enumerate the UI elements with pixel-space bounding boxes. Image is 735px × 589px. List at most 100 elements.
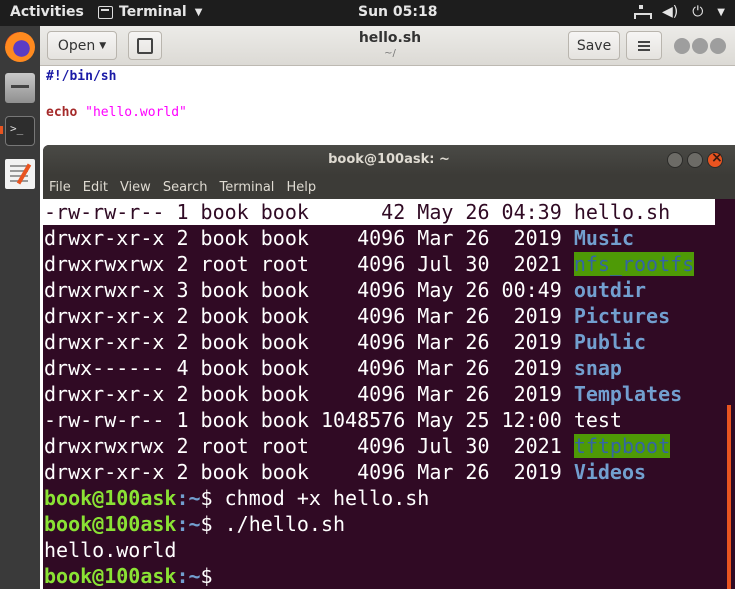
terminal-scrollbar[interactable] <box>727 405 731 589</box>
ls-row: drwxrwxrwx 2 root root 4096 Jul 30 2021 … <box>43 433 735 459</box>
power-icon[interactable]: ⏻ <box>692 4 703 20</box>
ls-row: -rw-rw-r-- 1 book book 1048576 May 25 12… <box>43 407 735 433</box>
ls-row-filename: Templates <box>573 382 683 406</box>
ls-row-meta: drwxr-xr-x 2 book book 4096 Mar 26 2019 <box>44 304 574 328</box>
running-indicator <box>0 126 3 134</box>
output-line: hello.world <box>44 538 177 562</box>
menu-view[interactable]: View <box>120 180 151 195</box>
ls-row-meta: -rw-rw-r-- 1 book book 42 May 26 04:39 <box>44 200 574 224</box>
chevron-down-icon[interactable]: ▼ <box>717 7 725 18</box>
ls-row: -rw-rw-r-- 1 book book 42 May 26 04:39 h… <box>43 199 715 225</box>
ls-row: drwxr-xr-x 2 book book 4096 Mar 26 2019 … <box>43 303 735 329</box>
document-path: ~/ <box>384 48 396 59</box>
chevron-down-icon: ▼ <box>194 6 203 18</box>
top-panel: Activities Terminal ▼ Sun 05:18 ◀) ⏻ ▼ <box>0 0 735 26</box>
prompt-path: :~ <box>176 564 201 588</box>
menu-file[interactable]: File <box>49 180 71 195</box>
command-text: chmod +x hello.sh <box>224 486 430 510</box>
clock[interactable]: Sun 05:18 <box>358 4 437 20</box>
ls-row: drwxr-xr-x 2 book book 4096 Mar 26 2019 … <box>43 329 735 355</box>
system-tray[interactable]: ◀) ⏻ ▼ <box>633 4 725 20</box>
ls-row-filename: snap <box>573 356 622 380</box>
ls-row-meta: drwxr-xr-x 2 book book 4096 Mar 26 2019 <box>44 460 574 484</box>
hamburger-menu-icon[interactable] <box>626 31 662 60</box>
prompt-sign: $ <box>200 486 225 510</box>
ls-row-filename: hello.sh <box>573 200 671 224</box>
code-line-shebang: #!/bin/sh <box>46 69 117 84</box>
network-icon[interactable] <box>633 5 652 19</box>
ls-row-meta: drwxr-xr-x 2 book book 4096 Mar 26 2019 <box>44 330 574 354</box>
terminal-window[interactable]: book@100ask: ~ File Edit View Search Ter… <box>43 145 735 589</box>
command-text: ./hello.sh <box>224 512 346 536</box>
ls-row-filename: Videos <box>573 460 647 484</box>
maximize-button[interactable] <box>687 152 703 168</box>
terminal-screen[interactable]: -rw-rw-r-- 1 book book 42 May 26 04:39 h… <box>43 199 735 589</box>
ls-row-meta: drwx------ 4 book book 4096 Mar 26 2019 <box>44 356 574 380</box>
app-menu-label: Terminal <box>119 4 187 20</box>
text-editor-icon[interactable] <box>5 159 35 189</box>
menu-search[interactable]: Search <box>163 180 208 195</box>
ls-row-filename: Pictures <box>573 304 671 328</box>
ls-row-filename: tftpboot <box>573 434 671 458</box>
ls-listing: -rw-rw-r-- 1 book book 42 May 26 04:39 h… <box>43 199 735 485</box>
menu-terminal[interactable]: Terminal <box>219 180 274 195</box>
ls-row-meta: drwxrwxrwx 2 root root 4096 Jul 30 2021 <box>44 434 574 458</box>
menu-help[interactable]: Help <box>286 180 316 195</box>
terminal-menubar: File Edit View Search Terminal Help <box>43 175 735 199</box>
ls-row-meta: drwxr-xr-x 2 book book 4096 Mar 26 2019 <box>44 382 574 406</box>
code-line-echo: echo "hello.world" <box>46 104 729 122</box>
terminal-icon[interactable] <box>5 116 35 146</box>
ls-row-meta: drwxrwxr-x 3 book book 4096 May 26 00:49 <box>44 278 574 302</box>
save-button[interactable]: Save <box>568 31 620 60</box>
prompt-user: book@100ask <box>44 486 177 510</box>
string-literal: "hello.world" <box>85 105 187 120</box>
ls-row: drwxrwxrwx 2 root root 4096 Jul 30 2021 … <box>43 251 735 277</box>
prompt-path: :~ <box>176 512 201 536</box>
close-button[interactable] <box>707 150 723 168</box>
prompt-sign: $ <box>200 512 225 536</box>
prompt-line: book@100ask:~$ ./hello.sh <box>43 511 735 537</box>
close-button[interactable] <box>710 38 726 54</box>
terminal-title-bar[interactable]: book@100ask: ~ <box>43 145 735 175</box>
prompt-user: book@100ask <box>44 512 177 536</box>
minimize-button[interactable] <box>674 38 690 54</box>
ls-row: drwx------ 4 book book 4096 Mar 26 2019 … <box>43 355 735 381</box>
app-menu[interactable]: Terminal ▼ <box>98 4 202 20</box>
ls-row-meta: drwxrwxrwx 2 root root 4096 Jul 30 2021 <box>44 252 574 276</box>
editor-text-area[interactable]: #!/bin/sh echo "hello.world" <box>40 66 735 124</box>
open-button-label: Open <box>57 37 96 54</box>
files-icon[interactable] <box>5 73 35 103</box>
document-title: hello.sh <box>358 30 422 46</box>
minimize-button[interactable] <box>667 152 683 168</box>
terminal-icon <box>98 5 113 19</box>
menu-edit[interactable]: Edit <box>83 180 108 195</box>
prompt-line: book@100ask:~$ chmod +x hello.sh <box>43 485 735 511</box>
gedit-header-bar: Open ▼ hello.sh ~/ Save <box>40 26 735 66</box>
ls-row: drwxr-xr-x 2 book book 4096 Mar 26 2019 … <box>43 459 735 485</box>
ls-row-filename: outdir <box>573 278 647 302</box>
keyword-echo: echo <box>46 105 78 120</box>
new-tab-button[interactable] <box>128 31 162 60</box>
chevron-down-icon: ▼ <box>99 40 107 51</box>
prompt-user: book@100ask <box>44 564 177 588</box>
volume-icon[interactable]: ◀) <box>662 4 678 20</box>
maximize-button[interactable] <box>692 38 708 54</box>
ls-row-filename: Music <box>573 226 635 250</box>
ls-row-filename: test <box>573 408 622 432</box>
terminal-title: book@100ask: ~ <box>328 152 450 167</box>
prompt-line: book@100ask:~$ <box>43 563 735 589</box>
prompt-path: :~ <box>176 486 201 510</box>
prompt-sign: $ <box>200 564 225 588</box>
ls-row: drwxrwxr-x 3 book book 4096 May 26 00:49… <box>43 277 735 303</box>
ls-row: drwxr-xr-x 2 book book 4096 Mar 26 2019 … <box>43 381 735 407</box>
ls-row-filename: nfs_rootfs <box>573 252 695 276</box>
ls-row: drwxr-xr-x 2 book book 4096 Mar 26 2019 … <box>43 225 735 251</box>
ls-row-meta: -rw-rw-r-- 1 book book 1048576 May 25 12… <box>44 408 574 432</box>
firefox-icon[interactable] <box>5 32 35 62</box>
ls-row-filename: Public <box>573 330 647 354</box>
ls-row-meta: drwxr-xr-x 2 book book 4096 Mar 26 2019 <box>44 226 574 250</box>
open-button[interactable]: Open ▼ <box>47 31 117 60</box>
dock <box>0 26 40 589</box>
activities-button[interactable]: Activities <box>10 4 84 20</box>
